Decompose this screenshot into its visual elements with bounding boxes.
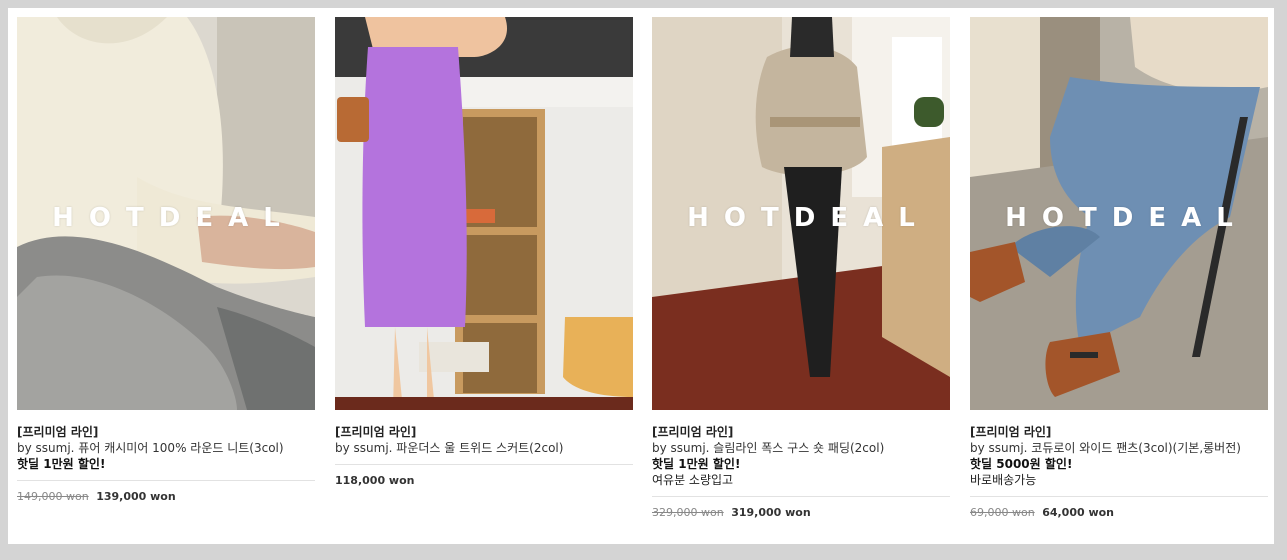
price-row: 118,000 won (335, 474, 633, 488)
divider (970, 496, 1268, 497)
hotdeal-overlay: HOTDEAL (1005, 203, 1248, 233)
hotdeal-overlay: HOTDEAL (687, 203, 930, 233)
product-image-goose-padding[interactable]: HOTDEAL (652, 17, 950, 410)
divider (17, 480, 315, 481)
original-price: 149,000 won (17, 490, 89, 503)
price-row: 69,000 won 64,000 won (970, 506, 1268, 520)
shipping-note: 바로배송가능 (970, 473, 1037, 487)
divider (652, 496, 950, 497)
product-line-label: [프리미엄 라인] (335, 425, 417, 439)
sale-price: 64,000 won (1042, 506, 1115, 519)
product-image-cashmere-knit[interactable]: HOTDEAL (17, 17, 315, 410)
hotdeal-overlay: HOTDEAL (52, 203, 295, 233)
product-name[interactable]: by ssumj. 슬림라인 폭스 구스 숏 패딩(2col) (652, 440, 950, 456)
sale-price: 139,000 won (96, 490, 176, 503)
price-row: 149,000 won 139,000 won (17, 490, 315, 504)
product-name[interactable]: by ssumj. 파운더스 울 트위드 스커트(2col) (335, 440, 633, 456)
product-name[interactable]: by ssumj. 코듀로이 와이드 팬츠(3col)(기본,롱버전) (970, 440, 1268, 456)
product-line-label: [프리미엄 라인] (17, 425, 99, 439)
product-card[interactable]: HOTDEAL [프리미엄 라인] by ssumj. 퓨어 캐시미어 100%… (17, 17, 315, 504)
original-price: 329,000 won (652, 506, 724, 519)
discount-text: 핫딜 1만원 할인! (652, 457, 741, 471)
sale-price: 319,000 won (731, 506, 811, 519)
product-card[interactable]: HOTDEAL [프리미엄 라인] by ssumj. 코듀로이 와이드 팬츠(… (970, 17, 1268, 520)
discount-text: 핫딜 1만원 할인! (17, 457, 106, 471)
sale-price: 118,000 won (335, 474, 415, 487)
product-card[interactable]: HOTDEAL [프리미엄 라인] by ssumj. 슬림라인 폭스 구스 숏… (652, 17, 950, 520)
price-row: 329,000 won 319,000 won (652, 506, 950, 520)
original-price: 69,000 won (970, 506, 1035, 519)
product-grid: HOTDEAL [프리미엄 라인] by ssumj. 퓨어 캐시미어 100%… (8, 8, 1274, 544)
discount-text: 핫딜 5000원 할인! (970, 457, 1073, 471)
product-name[interactable]: by ssumj. 퓨어 캐시미어 100% 라운드 니트(3col) (17, 440, 315, 456)
product-image-tweed-skirt[interactable] (335, 17, 633, 410)
product-image-corduroy-pants[interactable]: HOTDEAL (970, 17, 1268, 410)
divider (335, 464, 633, 465)
product-line-label: [프리미엄 라인] (652, 425, 734, 439)
stock-note: 여유분 소량입고 (652, 473, 734, 487)
product-card[interactable]: [프리미엄 라인] by ssumj. 파운더스 울 트위드 스커트(2col)… (335, 17, 633, 488)
product-line-label: [프리미엄 라인] (970, 425, 1052, 439)
